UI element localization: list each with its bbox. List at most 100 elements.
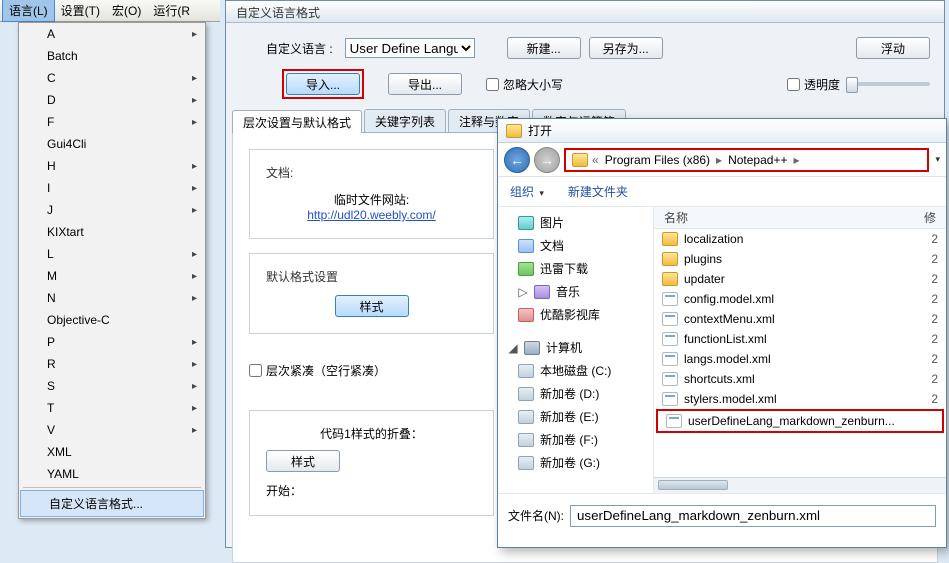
saveas-button[interactable]: 另存为...	[589, 37, 663, 59]
lang-item[interactable]: H	[19, 155, 205, 177]
file-name: langs.model.xml	[684, 352, 918, 366]
expand-icon[interactable]: ◢	[508, 341, 518, 355]
nav-forward-button[interactable]: →	[534, 147, 560, 173]
file-rows: localization2plugins2updater2config.mode…	[654, 229, 946, 433]
breadcrumb[interactable]: « Program Files (x86) ▸ Notepad++ ▸	[564, 148, 929, 172]
lang-item[interactable]: T	[19, 397, 205, 419]
menu-run[interactable]: 运行(R	[147, 0, 196, 21]
file-row[interactable]: contextMenu.xml2	[654, 309, 946, 329]
chevron-icon: ▸	[793, 153, 799, 167]
breadcrumb-part[interactable]: Program Files (x86)	[603, 153, 712, 167]
xml-icon	[662, 372, 678, 386]
sidebar-item[interactable]: 优酷影视库	[498, 303, 653, 326]
expand-icon[interactable]: ▷	[518, 285, 528, 299]
lang-item[interactable]: F	[19, 111, 205, 133]
lang-item[interactable]: Gui4Cli	[19, 133, 205, 155]
file-row[interactable]: updater2	[654, 269, 946, 289]
sidebar-drive[interactable]: 新加卷 (F:)	[498, 428, 653, 451]
file-row[interactable]: userDefineLang_markdown_zenburn...	[656, 409, 944, 433]
fold-style-button[interactable]: 样式	[266, 450, 340, 472]
lang-item[interactable]: Batch	[19, 45, 205, 67]
tab-default[interactable]: 层次设置与默认格式	[232, 110, 362, 133]
file-row[interactable]: functionList.xml2	[654, 329, 946, 349]
transparency-label: 透明度	[804, 76, 840, 93]
lang-item[interactable]: Objective-C	[19, 309, 205, 331]
lang-select[interactable]: User Define Language	[345, 38, 475, 58]
scrollbar-thumb[interactable]	[658, 480, 728, 490]
ignore-case-checkbox[interactable]: 忽略大小写	[486, 76, 563, 93]
lang-item[interactable]: V	[19, 419, 205, 441]
sidebar-computer[interactable]: ◢计算机	[498, 336, 653, 359]
file-row[interactable]: shortcuts.xml2	[654, 369, 946, 389]
file-row[interactable]: config.model.xml2	[654, 289, 946, 309]
file-list-scrollbar[interactable]	[654, 477, 946, 493]
xml-icon	[662, 312, 678, 326]
udl-secondary-row: 导入... 导出... 忽略大小写 透明度	[226, 65, 944, 109]
file-row[interactable]: localization2	[654, 229, 946, 249]
lang-item[interactable]: J	[19, 199, 205, 221]
sidebar-drive[interactable]: 新加卷 (D:)	[498, 382, 653, 405]
lang-item[interactable]: R	[19, 353, 205, 375]
transparency-checkbox[interactable]: 透明度	[787, 76, 840, 93]
import-button[interactable]: 导入...	[286, 73, 360, 95]
file-date: 2	[924, 252, 938, 266]
lang-item[interactable]: N	[19, 287, 205, 309]
filename-label: 文件名(N):	[508, 507, 564, 524]
lang-item[interactable]: M	[19, 265, 205, 287]
col-name[interactable]: 名称	[654, 209, 914, 226]
file-row[interactable]: stylers.model.xml2	[654, 389, 946, 409]
tmp-site-label: 临时文件网站:	[266, 191, 477, 208]
drive-icon	[518, 433, 534, 447]
sidebar-item[interactable]: 迅雷下载	[498, 257, 653, 280]
doc-group: 文档: 临时文件网站: http://udl20.weebly.com/	[249, 149, 494, 239]
lang-item[interactable]: KIXtart	[19, 221, 205, 243]
menu-macro[interactable]: 宏(O)	[106, 0, 147, 21]
menu-settings[interactable]: 设置(T)	[55, 0, 106, 21]
new-folder-button[interactable]: 新建文件夹	[568, 183, 628, 200]
filename-input[interactable]	[570, 505, 936, 527]
col-modified[interactable]: 修	[914, 209, 946, 226]
user-defined-language-item[interactable]: 自定义语言格式...	[20, 490, 204, 517]
sidebar-drive[interactable]: 本地磁盘 (C:)	[498, 359, 653, 382]
lang-item[interactable]: D	[19, 89, 205, 111]
lang-item[interactable]: S	[19, 375, 205, 397]
tmp-site-link[interactable]: http://udl20.weebly.com/	[307, 208, 436, 222]
sidebar-item[interactable]: 文档	[498, 234, 653, 257]
transparency-slider[interactable]	[846, 82, 930, 86]
drive-icon	[518, 387, 534, 401]
file-date: 2	[924, 232, 938, 246]
sidebar-drive[interactable]: 新加卷 (G:)	[498, 451, 653, 474]
import-highlight: 导入...	[282, 69, 364, 99]
lang-item[interactable]: I	[19, 177, 205, 199]
lang-item[interactable]: C	[19, 67, 205, 89]
sidebar-item[interactable]: ▷音乐	[498, 280, 653, 303]
compress-input[interactable]	[249, 364, 262, 377]
file-date: 2	[924, 352, 938, 366]
compress-checkbox[interactable]: 层次紧凑（空行紧凑）	[249, 362, 386, 379]
file-row[interactable]: langs.model.xml 2	[654, 349, 946, 369]
lang-item[interactable]: P	[19, 331, 205, 353]
nav-back-button[interactable]: ←	[504, 147, 530, 173]
sidebar-drive[interactable]: 新加卷 (E:)	[498, 405, 653, 428]
organize-button[interactable]: 组织 ▾	[510, 183, 544, 200]
menu-language[interactable]: 语言(L)	[2, 0, 55, 22]
lang-item[interactable]: XML	[19, 441, 205, 463]
transparency-input[interactable]	[787, 78, 800, 91]
style-button[interactable]: 样式	[335, 295, 409, 317]
file-row[interactable]: plugins 2	[654, 249, 946, 269]
export-button[interactable]: 导出...	[388, 73, 462, 95]
lang-item[interactable]: L	[19, 243, 205, 265]
lang-item[interactable]: A	[19, 23, 205, 45]
fold-group: 代码1样式的折叠： 样式 开始：	[249, 410, 494, 516]
file-list: 名称 修 localization2plugins2updater2config…	[654, 207, 946, 493]
sidebar-item[interactable]: 图片	[498, 211, 653, 234]
file-date: 2	[924, 272, 938, 286]
breadcrumb-part[interactable]: Notepad++	[726, 153, 789, 167]
dropdown-arrow-icon[interactable]: ▾	[935, 154, 940, 165]
float-button[interactable]: 浮动	[856, 37, 930, 59]
tab-keywords[interactable]: 关键字列表	[364, 109, 446, 132]
file-name: plugins	[684, 252, 918, 266]
ignore-case-input[interactable]	[486, 78, 499, 91]
new-button[interactable]: 新建...	[507, 37, 581, 59]
lang-item[interactable]: YAML	[19, 463, 205, 485]
